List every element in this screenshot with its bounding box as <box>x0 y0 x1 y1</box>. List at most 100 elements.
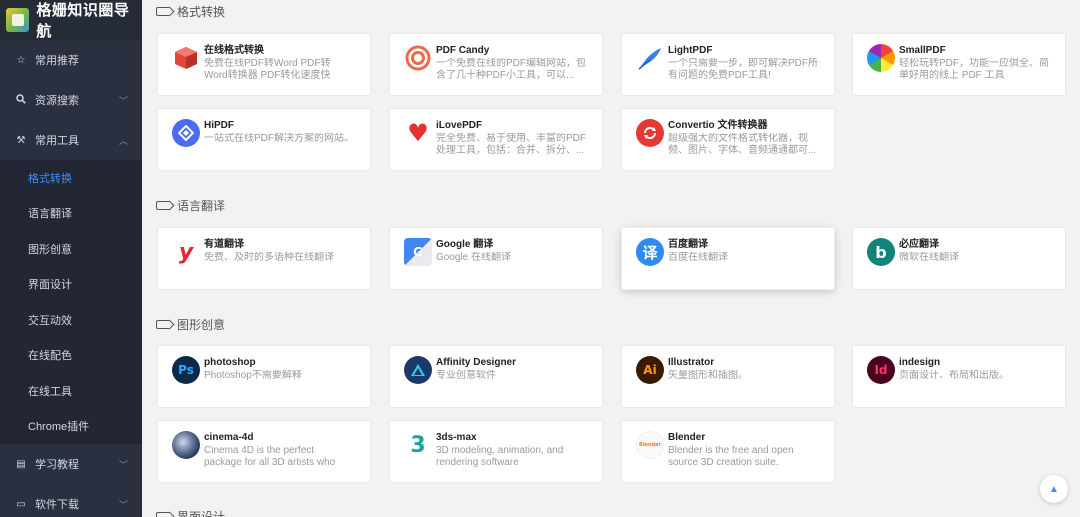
card-desc: 一个只需要一步，即可解决PDF所有问题的免费PDF工具! <box>668 58 818 81</box>
star-icon: ☆ <box>16 54 26 66</box>
site-card[interactable]: HiPDF 一站式在线PDF解决方案的网站。 <box>157 108 371 171</box>
card-title: iLovePDF <box>436 120 483 131</box>
card-title: indesign <box>899 357 941 368</box>
sidebar-item-downloads[interactable]: ▭ 软件下载 ﹀ <box>0 484 142 517</box>
card-title: HiPDF <box>204 120 234 131</box>
logo-icon <box>6 8 30 32</box>
youdao-icon: y <box>178 239 194 265</box>
card-desc: 免费在线PDF转Word PDF转Word转换器 PDF转化速度快 <box>204 58 331 81</box>
sidebar: 格姗知识圈导航 ☆ 常用推荐 资源搜索 ﹀ ⚒ 常用工具 ︿ 格式转换 语言翻译… <box>0 0 142 517</box>
section-title-ui-design: 界面设计 <box>156 508 225 517</box>
tools-submenu: 格式转换 语言翻译 图形创意 界面设计 交互动效 在线配色 在线工具 Chrom… <box>0 160 142 444</box>
sidebar-subitem-translate[interactable]: 语言翻译 <box>0 196 142 232</box>
candy-swirl-icon <box>404 44 432 72</box>
card-desc: 微软在线翻译 <box>899 252 959 263</box>
card-desc: 一个免费在线的PDF编辑网站，包含了几十种PDF小工具，可以... <box>436 58 586 81</box>
site-card[interactable]: Id indesign 页面设计、布局和出版。 <box>852 345 1066 408</box>
sidebar-subitem-motion[interactable]: 交互动效 <box>0 302 142 338</box>
cinema4d-icon <box>172 431 200 459</box>
site-card[interactable]: LightPDF 一个只需要一步，即可解决PDF所有问题的免费PDF工具! <box>621 33 835 96</box>
sidebar-item-recommend[interactable]: ☆ 常用推荐 <box>0 40 142 80</box>
card-title: LightPDF <box>668 45 713 56</box>
site-card[interactable]: Ps photoshop Photoshop不需要解释 <box>157 345 371 408</box>
site-card[interactable]: b 必应翻译 微软在线翻译 <box>852 227 1066 290</box>
bing-icon: b <box>867 238 895 266</box>
chevron-down-icon: ﹀ <box>118 459 128 470</box>
illustrator-icon: Ai <box>636 356 664 384</box>
site-card[interactable]: ♥ iLovePDF 完全免费、易于使用、丰富的PDF处理工具，包括：合并、拆分… <box>389 108 603 171</box>
sidebar-item-label: 常用工具 <box>35 135 79 147</box>
rainbow-circle-icon <box>867 44 895 72</box>
card-desc: 专业创意软件 <box>436 370 496 381</box>
google-translate-icon: G <box>404 238 432 266</box>
site-card[interactable]: 在线格式转换 免费在线PDF转Word PDF转Word转换器 PDF转化速度快 <box>157 33 371 96</box>
section-title-translate: 语言翻译 <box>156 197 225 214</box>
site-logo[interactable]: 格姗知识圈导航 <box>0 0 142 40</box>
sidebar-item-search[interactable]: 资源搜索 ﹀ <box>0 80 142 120</box>
sidebar-subitem-chrome[interactable]: Chrome插件 <box>0 409 142 445</box>
card-title: Convertio 文件转换器 <box>668 120 768 131</box>
feather-icon <box>636 44 664 72</box>
tag-icon <box>156 320 169 329</box>
site-card[interactable]: 3 3ds-max 3D modeling, animation, and re… <box>389 420 603 483</box>
sidebar-item-tutorials[interactable]: ▤ 学习教程 ﹀ <box>0 444 142 484</box>
site-card[interactable]: 译 百度翻译 百度在线翻译 <box>621 227 835 290</box>
site-title: 格姗知识圈导航 <box>36 2 130 40</box>
main-content: 格式转换 在线格式转换 免费在线PDF转Word PDF转Word转换器 PDF… <box>142 0 1080 517</box>
tag-icon <box>156 7 169 16</box>
card-desc: Cinema 4D is the perfect package for all… <box>204 445 336 468</box>
convert-arrows-icon <box>636 119 664 147</box>
sidebar-item-label: 学习教程 <box>35 459 79 471</box>
chevron-up-icon: ︿ <box>118 135 128 146</box>
card-title: 必应翻译 <box>899 239 939 250</box>
card-desc: Google 在线翻译 <box>436 252 512 263</box>
card-desc: 3D modeling, animation, and rendering so… <box>436 445 564 468</box>
card-desc: 轻松玩转PDF，功能一应俱全、简单好用的线上 PDF 工具 <box>899 58 1049 81</box>
site-card[interactable]: cinema-4d Cinema 4D is the perfect packa… <box>157 420 371 483</box>
site-card[interactable]: PDF Candy 一个免费在线的PDF编辑网站，包含了几十种PDF小工具，可以… <box>389 33 603 96</box>
card-desc: 免费、及时的多语种在线翻译 <box>204 252 334 263</box>
arrow-up-icon: ▲ <box>1049 483 1059 495</box>
section-title-format: 格式转换 <box>156 3 225 20</box>
site-card[interactable]: Affinity Designer 专业创意软件 <box>389 345 603 408</box>
sidebar-item-label: 常用推荐 <box>35 55 79 67</box>
card-title: Blender <box>668 432 706 443</box>
card-title: 有道翻译 <box>204 239 244 250</box>
back-to-top-button[interactable]: ▲ <box>1040 475 1068 503</box>
tag-icon <box>156 512 169 517</box>
card-title: PDF Candy <box>436 45 490 56</box>
card-desc: 超级强大的文件格式转化器，视频、图片、字体、音频通通都可... <box>668 133 817 156</box>
card-title: photoshop <box>204 357 256 368</box>
book-icon: ▤ <box>16 458 26 470</box>
site-card[interactable]: y 有道翻译 免费、及时的多语种在线翻译 <box>157 227 371 290</box>
section-title-graphics: 图形创意 <box>156 316 225 333</box>
photoshop-icon: Ps <box>172 356 200 384</box>
card-desc: Blender is the free and open source 3D c… <box>668 445 794 468</box>
site-card[interactable]: SmallPDF 轻松玩转PDF，功能一应俱全、简单好用的线上 PDF 工具 <box>852 33 1066 96</box>
card-desc: 一站式在线PDF解决方案的网站。 <box>204 133 354 144</box>
card-title: Google 翻译 <box>436 239 494 250</box>
card-title: 百度翻译 <box>668 239 708 250</box>
card-desc: 完全免费、易于使用、丰富的PDF处理工具，包括：合并、拆分、... <box>436 133 586 156</box>
sidebar-subitem-online-tools[interactable]: 在线工具 <box>0 373 142 409</box>
tag-icon <box>156 201 169 210</box>
box-3d-icon <box>172 44 200 72</box>
site-card[interactable]: G Google 翻译 Google 在线翻译 <box>389 227 603 290</box>
card-title: Illustrator <box>668 357 715 368</box>
card-title: Affinity Designer <box>436 357 517 368</box>
sidebar-item-tools[interactable]: ⚒ 常用工具 ︿ <box>0 120 142 160</box>
heart-icon: ♥ <box>407 119 429 147</box>
chevron-down-icon: ﹀ <box>118 499 128 510</box>
sidebar-subitem-graphics[interactable]: 图形创意 <box>0 231 142 267</box>
sidebar-subitem-ui-design[interactable]: 界面设计 <box>0 267 142 303</box>
card-title: SmallPDF <box>899 45 946 56</box>
site-card[interactable]: Blender Blender Blender is the free and … <box>621 420 835 483</box>
sidebar-subitem-colors[interactable]: 在线配色 <box>0 338 142 374</box>
card-title: cinema-4d <box>204 432 254 443</box>
sidebar-subitem-format[interactable]: 格式转换 <box>0 160 142 196</box>
card-desc: Photoshop不需要解释 <box>204 370 302 381</box>
site-card[interactable]: Ai Illustrator 矢量图形和插图。 <box>621 345 835 408</box>
card-title: 在线格式转换 <box>204 45 264 56</box>
site-card[interactable]: Convertio 文件转换器 超级强大的文件格式转化器，视频、图片、字体、音频… <box>621 108 835 171</box>
card-title: 3ds-max <box>436 432 477 443</box>
